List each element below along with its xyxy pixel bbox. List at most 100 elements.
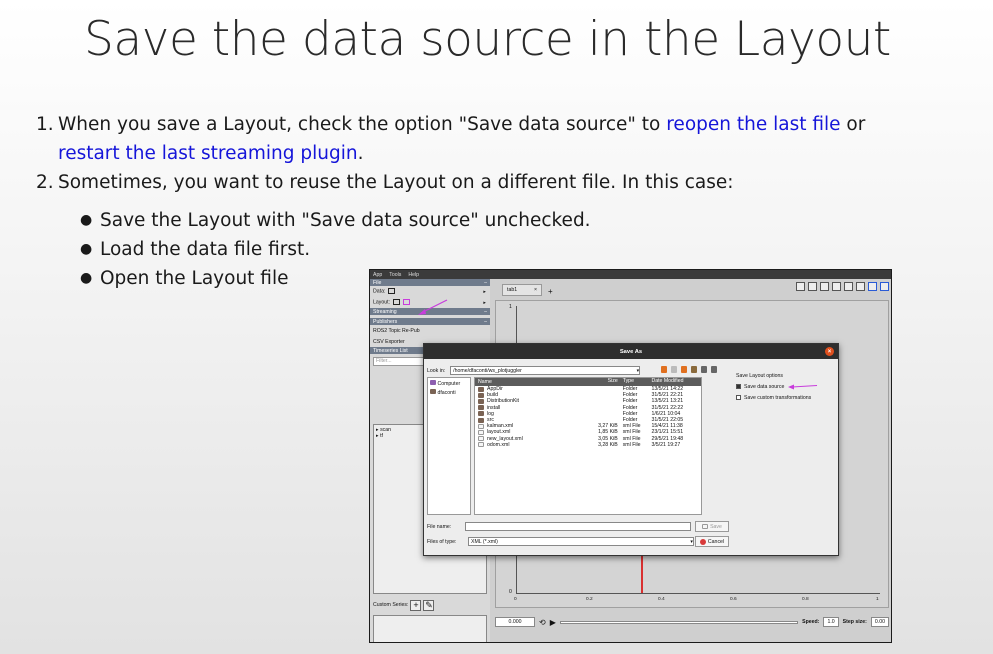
look-in-combo[interactable]: /home/dfaconti/ws_plotjuggler ▾ bbox=[450, 366, 641, 375]
expand-arrow-icon[interactable]: ▸ bbox=[483, 289, 486, 295]
restart-streaming-link[interactable]: restart the last streaming plugin bbox=[58, 143, 358, 164]
move-icon[interactable] bbox=[796, 282, 805, 291]
save-layout-icon[interactable] bbox=[403, 299, 411, 306]
option-label: Save custom transformations bbox=[744, 395, 812, 401]
time-slider[interactable] bbox=[559, 620, 799, 624]
places-sidebar: Computer dfaconti bbox=[427, 377, 471, 515]
speed-label: Speed: bbox=[802, 619, 820, 625]
legend-icon[interactable] bbox=[808, 282, 817, 291]
cancel-button[interactable]: Cancel bbox=[695, 536, 729, 547]
file-header[interactable]: File – bbox=[370, 279, 490, 286]
column-header-name[interactable]: Name bbox=[475, 378, 587, 386]
close-tab-icon[interactable]: × bbox=[534, 287, 537, 293]
file-type-select[interactable]: XML (*.xml) ▾ bbox=[468, 537, 694, 546]
file-type-value: XML (*.xml) bbox=[471, 538, 498, 545]
expand-arrow-icon[interactable]: ▸ bbox=[376, 433, 379, 439]
custom-series-list[interactable] bbox=[373, 615, 487, 642]
add-tab-icon[interactable]: + bbox=[548, 287, 553, 296]
column-header-date[interactable]: Date Modified bbox=[649, 378, 701, 386]
sidebar-item-home[interactable]: dfaconti bbox=[430, 389, 468, 398]
save-data-source-option[interactable]: Save data source bbox=[736, 382, 836, 393]
options-title: Save Layout options bbox=[736, 373, 784, 379]
folder-icon bbox=[478, 411, 484, 417]
list-item: 2. Sometimes, you want to reuse the Layo… bbox=[36, 168, 936, 197]
custom-series-row: Custom Series: + ✎ bbox=[373, 597, 487, 613]
publishers-header[interactable]: Publishers – bbox=[370, 318, 490, 325]
x-tick-label: 0.6 bbox=[730, 597, 737, 602]
look-in-label: Look in: bbox=[427, 367, 446, 374]
time-ref-icon[interactable] bbox=[868, 282, 877, 291]
forward-icon[interactable] bbox=[671, 366, 677, 373]
save-custom-transforms-checkbox[interactable] bbox=[736, 395, 741, 401]
zoom-icon[interactable] bbox=[832, 282, 841, 291]
button-label: Save bbox=[710, 523, 722, 530]
up-icon[interactable] bbox=[681, 366, 687, 373]
nav-toolbar bbox=[661, 366, 717, 373]
file-list[interactable]: Name Size Type Date Modified AppDir Folde… bbox=[474, 377, 702, 515]
play-icon[interactable]: ▶ bbox=[550, 618, 556, 627]
sidebar-item-computer[interactable]: Computer bbox=[430, 380, 468, 389]
back-icon[interactable] bbox=[661, 366, 667, 373]
page-title: Save the data source in the Layout bbox=[84, 12, 891, 67]
look-in-row: Look in: /home/dfaconti/ws_plotjuggler ▾ bbox=[427, 366, 641, 375]
add-custom-series-button[interactable]: + bbox=[410, 599, 422, 611]
list-view-icon[interactable] bbox=[701, 366, 707, 373]
save-button[interactable]: Save bbox=[695, 521, 729, 532]
load-layout-icon[interactable] bbox=[393, 299, 401, 306]
link-icon[interactable] bbox=[856, 282, 865, 291]
close-icon[interactable]: × bbox=[825, 347, 834, 356]
menu-help[interactable]: Help bbox=[408, 272, 419, 278]
loop-icon[interactable]: ⟲ bbox=[539, 618, 546, 627]
file-icon bbox=[478, 436, 484, 442]
app-screenshot: App Tools Help File – Data: ▸ Layout: ▸ Str… bbox=[369, 269, 892, 643]
list-number: 1. bbox=[36, 114, 54, 135]
time-value-field[interactable]: 0.000 bbox=[495, 617, 535, 627]
save-icon bbox=[702, 524, 709, 529]
ratio-icon[interactable] bbox=[880, 282, 889, 291]
table-icon[interactable] bbox=[844, 282, 853, 291]
save-as-dialog: Save As × Look in: /home/dfaconti/ws_plo… bbox=[423, 343, 839, 556]
expand-arrow-icon[interactable]: ▸ bbox=[483, 300, 486, 306]
sidebar-item-label: Computer bbox=[437, 381, 461, 387]
layout-label: Layout: bbox=[373, 299, 391, 306]
numbered-list: 1. When you save a Layout, check the opt… bbox=[36, 110, 936, 197]
y-tick-label: 0 bbox=[509, 589, 512, 595]
menu-tools[interactable]: Tools bbox=[389, 272, 401, 278]
tab-label: tab1 bbox=[507, 287, 518, 293]
step-size-field[interactable]: 0.00 bbox=[870, 617, 889, 627]
list-item-text: Sometimes, you want to reuse the Layout … bbox=[58, 172, 734, 193]
list-item: 1. When you save a Layout, check the opt… bbox=[36, 110, 936, 168]
grid-icon[interactable] bbox=[820, 282, 829, 291]
new-folder-icon[interactable] bbox=[691, 366, 697, 373]
file-icon bbox=[478, 429, 484, 435]
file-date-cell: 3/5/21 19:27 bbox=[651, 441, 681, 448]
ros2-topic-row[interactable]: ROS2 Topic Re-Pub bbox=[370, 325, 490, 336]
tab-tab1[interactable]: tab1 × bbox=[502, 284, 542, 296]
bullet-icon: ● bbox=[80, 212, 93, 228]
collapse-icon: – bbox=[484, 308, 487, 315]
reopen-last-file-link[interactable]: reopen the last file bbox=[666, 114, 840, 135]
menu-bar: App Tools Help bbox=[370, 270, 891, 279]
file-name-input[interactable] bbox=[465, 522, 691, 531]
speed-field[interactable]: 1.0 bbox=[823, 617, 839, 627]
dialog-title-bar: Save As × bbox=[424, 344, 838, 359]
menu-app[interactable]: App bbox=[373, 272, 382, 278]
load-data-icon[interactable] bbox=[388, 288, 396, 295]
save-data-source-checkbox[interactable] bbox=[736, 384, 741, 390]
folder-icon bbox=[478, 398, 484, 404]
save-custom-transforms-option[interactable]: Save custom transformations bbox=[736, 393, 836, 404]
table-row[interactable]: odom.xml 3,28 KiB xml File 3/5/21 19:27 bbox=[475, 442, 701, 448]
option-label: Save data source bbox=[744, 384, 785, 390]
column-header-type[interactable]: Type bbox=[620, 378, 650, 386]
detail-view-icon[interactable] bbox=[711, 366, 717, 373]
sidebar-item-label: dfaconti bbox=[437, 390, 456, 396]
folder-icon bbox=[478, 405, 484, 411]
step-size-label: Step size: bbox=[842, 619, 867, 625]
edit-custom-series-button[interactable]: ✎ bbox=[423, 599, 435, 611]
column-header-size[interactable]: Size bbox=[587, 378, 620, 386]
tree-item-label: tf bbox=[380, 433, 383, 439]
computer-icon bbox=[430, 380, 436, 385]
text-fragment: When you save a Layout, check the option… bbox=[58, 114, 667, 135]
chevron-down-icon: ▾ bbox=[636, 367, 640, 374]
y-tick-label: 1 bbox=[509, 304, 512, 310]
